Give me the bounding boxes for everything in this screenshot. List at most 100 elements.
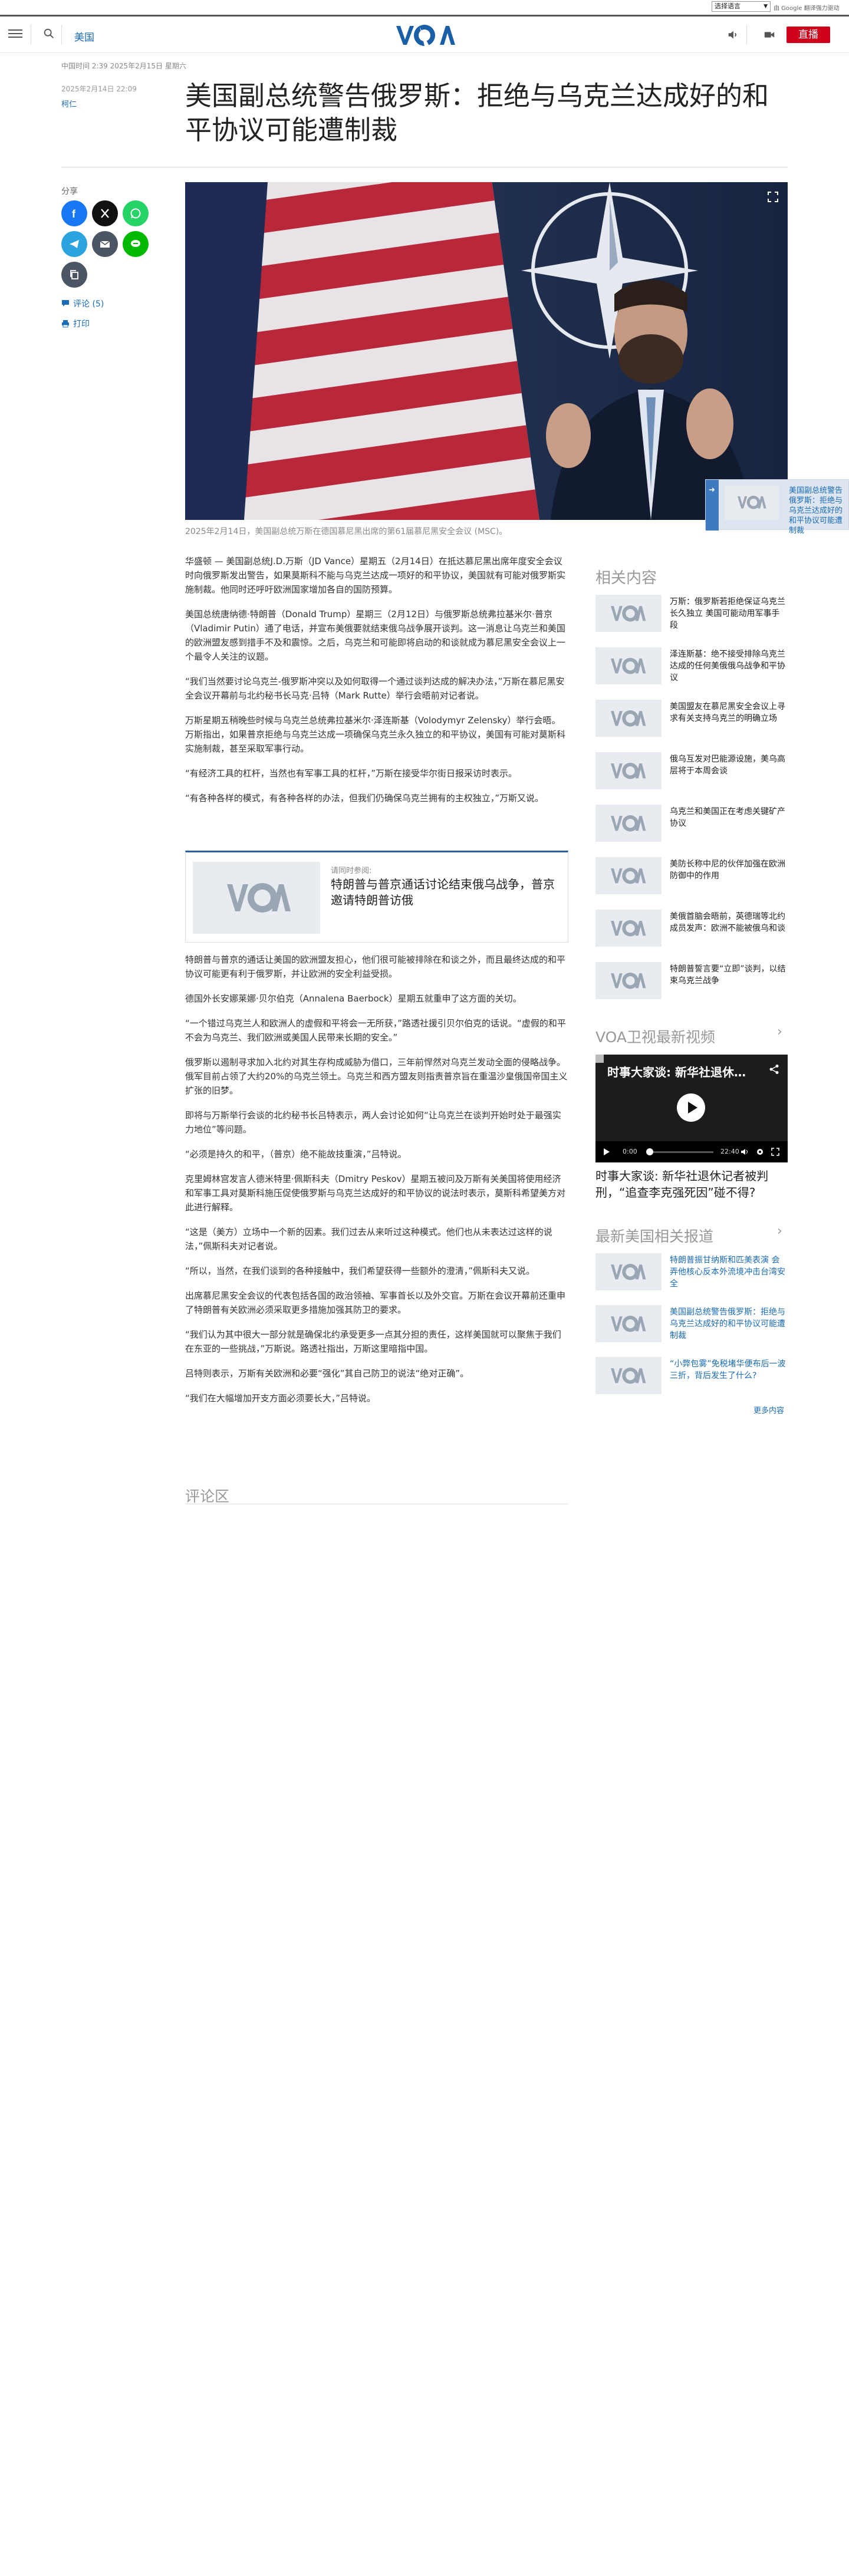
related-article-card[interactable]: 请同时参阅: 特朗普与普京通话讨论结束俄乌战争，普京邀请特朗普访俄 [185, 851, 568, 943]
chevron-right-icon[interactable]: › [777, 1025, 782, 1039]
facebook-share-button[interactable]: f [61, 200, 87, 226]
rail-list-item[interactable]: 泽连斯基：绝不接受排除乌克兰达成的任何美俄俄乌战争和平协议 [595, 647, 788, 687]
related-title[interactable]: 特朗普与普京通话讨论结束俄乌战争，普京邀请特朗普访俄 [331, 877, 555, 908]
header-divider [61, 25, 62, 45]
rail-item-title[interactable]: 特朗普誓言要“立即”谈判，以结束乌克兰战争 [670, 963, 788, 987]
chevron-right-icon[interactable]: › [777, 1224, 782, 1238]
email-share-button[interactable] [92, 231, 118, 257]
fullscreen-icon[interactable] [766, 190, 779, 203]
telegram-share-button[interactable] [61, 231, 87, 257]
article-paragraph: 即将与万斯举行会谈的北约秘书长吕特表示，两人会讨论如何“让乌克兰在谈判开始时处于… [185, 1110, 561, 1135]
latest-section-heading[interactable]: 最新美国相关报道 [595, 1225, 713, 1246]
fullscreen-icon[interactable] [771, 1148, 779, 1156]
video-progress-track[interactable] [647, 1151, 713, 1153]
facebook-icon: f [72, 208, 76, 220]
rail-item-title[interactable]: 俄乌互发对巴能源设施，美乌高层将于本周会谈 [670, 753, 788, 777]
rail-list-item[interactable]: 俄乌互发对巴能源设施，美乌高层将于本周会谈 [595, 752, 788, 792]
more-content-link[interactable]: 更多内容 [753, 1404, 784, 1415]
rail-list-item[interactable]: 万斯：俄罗斯若拒绝保证乌克兰长久独立 美国可能动用军事手段 [595, 595, 788, 635]
video-icon[interactable] [763, 28, 776, 41]
print-link-label: 打印 [73, 319, 90, 329]
whatsapp-icon [130, 208, 141, 219]
voa-logo[interactable] [394, 22, 455, 48]
live-button[interactable]: 直播 [787, 27, 830, 43]
rail-item-title[interactable]: 万斯：俄罗斯若拒绝保证乌克兰长久独立 美国可能动用军事手段 [670, 596, 788, 631]
print-icon [62, 320, 69, 328]
rail-thumbnail [595, 700, 662, 737]
rail-list-item[interactable]: 特朗普振甘纳斯和匹美表演 会弄他核心反本外流境冲击台湾安全 [595, 1253, 788, 1293]
rail-list-item[interactable]: 美俄首脑会晤前，英德瑞等北约成员发声：欧洲不能被俄乌和谈 [595, 910, 788, 950]
video-controls: 0:00 22:40 [595, 1141, 788, 1162]
voa-placeholder-logo [611, 763, 646, 779]
rail-item-title[interactable]: 乌克兰和美国正在考虑关键矿产协议 [670, 806, 788, 829]
voa-placeholder-logo [611, 1316, 646, 1332]
volume-icon[interactable] [741, 1148, 749, 1156]
voa-placeholder-logo [611, 710, 646, 727]
article-body-top: 华盛顿 — 美国副总统J.D.万斯（JD Vance）星期五（2月14日）在抵达… [185, 554, 568, 816]
rail-list-item[interactable]: “小弊包雾”免税堵华便布后一波三折，背后发生了什么? [595, 1357, 788, 1397]
author-link[interactable]: 柯仁 [61, 98, 77, 109]
voa-placeholder-logo [611, 815, 646, 832]
article-paragraph: “有各种各样的模式，有各种各样的办法，但我们仍确保乌克兰拥有的主权独立，”万斯又… [185, 793, 544, 803]
related-content-heading: 相关内容 [595, 569, 657, 587]
language-select[interactable]: 选择语言 ▼ [712, 1, 771, 12]
section-link[interactable]: 美国 [74, 29, 94, 44]
article-paragraph: 吕特则表示，万斯有关欧洲和必要“强化”其自己防卫的说法“绝对正确”。 [185, 1368, 469, 1379]
share-icon[interactable] [769, 1064, 779, 1075]
rail-item-title[interactable]: 美国盟友在慕尼黑安全会议上寻求有关支持乌克兰的明确立场 [670, 701, 788, 724]
voa-placeholder-logo [227, 883, 291, 913]
floating-article-card[interactable]: ➜ 美国副总统警告俄罗斯：拒绝与乌克兰达成好的和平协议可能遭制裁 [705, 479, 849, 535]
translate-bar: 选择语言 ▼ 由 Google 翻译强力驱动 [0, 0, 849, 15]
video-caption[interactable]: 时事大家谈: 新华社退休记者被判刑，“追查李克强死因”碰不得? [595, 1168, 788, 1201]
settings-icon[interactable] [756, 1148, 764, 1156]
rail-list-item[interactable]: 特朗普誓言要“立即”谈判，以结束乌克兰战争 [595, 962, 788, 1002]
voa-placeholder-logo [611, 1368, 646, 1384]
site-header: 美国 直播 [0, 17, 849, 53]
article-paragraph: “这是（美方）立场中一个新的因素。我们过去从来听过这种模式。他们也从未表达过这样… [185, 1227, 552, 1251]
arrow-right-icon: ➜ [709, 486, 715, 495]
rail-list-item[interactable]: 美防长称中尼的伙伴加强在欧洲防御中的作用 [595, 857, 788, 897]
rail-thumbnail [595, 857, 662, 894]
voa-placeholder-logo [611, 973, 646, 989]
x-icon [101, 209, 109, 218]
video-player[interactable]: 时事大家谈: 新华社退休记... 0:00 22:40 [595, 1055, 788, 1162]
article-paragraph: 俄罗斯以遏制寻求加入北约对其生存构成威胁为借口，三年前悍然对乌克兰发动全面的侵略… [185, 1057, 568, 1096]
google-powered-label: 由 Google 翻译强力驱动 [774, 5, 840, 12]
rail-item-title[interactable]: 美俄首脑会晤前，英德瑞等北约成员发声：欧洲不能被俄乌和谈 [670, 911, 788, 934]
rail-thumbnail [595, 1357, 662, 1394]
dateline: 中国时间 2:39 2025年2月15日 星期六 [61, 62, 186, 70]
image-caption: 2025年2月14日，美国副总统万斯在德国慕尼黑出席的第61届慕尼黑安全会议 (… [185, 527, 508, 536]
whatsapp-share-button[interactable] [123, 200, 149, 226]
rail-thumbnail [595, 1253, 662, 1290]
video-section-heading[interactable]: VOA卫视最新视频 [595, 1026, 715, 1047]
voa-placeholder-logo [611, 605, 646, 622]
broken-image-icon [595, 1055, 604, 1063]
search-icon[interactable] [42, 27, 55, 40]
rail-thumbnail [595, 805, 662, 842]
print-link[interactable]: 打印 [61, 318, 90, 330]
x-share-button[interactable] [92, 200, 118, 226]
voa-placeholder-logo [738, 496, 766, 509]
menu-icon[interactable] [8, 27, 22, 41]
article-paragraph: “一个错过乌克兰人和欧洲人的虚假和平将会一无所获，”路透社援引贝尔伯克的话说。“… [185, 1018, 566, 1043]
rail-item-title[interactable]: 美国副总统警告俄罗斯：拒绝与乌克兰达成好的和平协议可能遭制裁 [670, 1306, 788, 1342]
rail-item-title[interactable]: 特朗普振甘纳斯和匹美表演 会弄他核心反本外流境冲击台湾安全 [670, 1254, 788, 1290]
copy-link-button[interactable] [61, 262, 87, 288]
rail-list-item[interactable]: 美国盟友在慕尼黑安全会议上寻求有关支持乌克兰的明确立场 [595, 700, 788, 740]
telegram-icon [70, 240, 79, 248]
rail-list-item[interactable]: 美国副总统警告俄罗斯：拒绝与乌克兰达成好的和平协议可能遭制裁 [595, 1305, 788, 1345]
comments-link[interactable]: 评论 (5) [61, 298, 104, 309]
audio-icon[interactable] [726, 28, 739, 41]
video-progress-knob[interactable] [646, 1148, 653, 1155]
rail-list-item[interactable]: 乌克兰和美国正在考虑关键矿产协议 [595, 805, 788, 845]
floating-card-title: 美国副总统警告俄罗斯：拒绝与乌克兰达成好的和平协议可能遭制裁 [789, 486, 843, 535]
rail-item-title[interactable]: 美防长称中尼的伙伴加强在欧洲防御中的作用 [670, 858, 788, 882]
rail-item-title[interactable]: 泽连斯基：绝不接受排除乌克兰达成的任何美俄俄乌战争和平协议 [670, 648, 788, 684]
article-paragraph: “有经济工具的杠杆，当然也有军事工具的杠杆，”万斯在接受华尔街日报采访时表示。 [185, 768, 518, 779]
article-paragraph: 美国总统唐纳德·特朗普（Donald Trump）星期三（2月12日）与俄罗斯总… [185, 609, 566, 662]
floating-card-tab[interactable]: ➜ [706, 480, 719, 531]
play-icon[interactable] [603, 1148, 611, 1156]
rail-item-title[interactable]: “小弊包雾”免税堵华便布后一波三折，背后发生了什么? [670, 1358, 788, 1382]
line-share-button[interactable] [123, 231, 149, 257]
play-button[interactable] [677, 1093, 705, 1122]
